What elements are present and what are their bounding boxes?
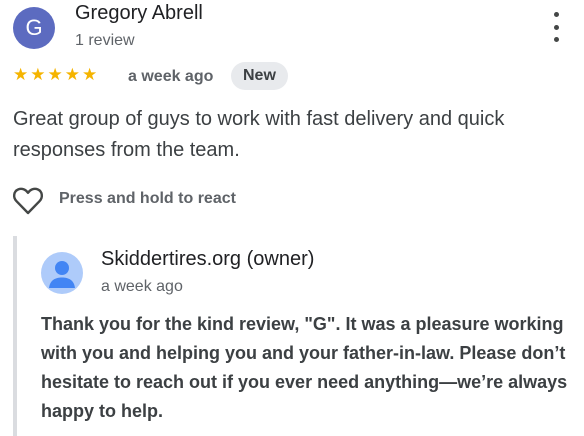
reviewer-name[interactable]: Gregory Abrell <box>75 2 203 25</box>
reply-divider <box>13 236 17 436</box>
owner-reply-date: a week ago <box>101 278 183 295</box>
more-vert-icon <box>553 12 559 17</box>
review-count: 1 review <box>75 32 135 49</box>
owner-avatar <box>41 252 83 294</box>
star-icon: ★ <box>47 65 63 84</box>
star-icon: ★ <box>82 65 98 84</box>
star-rating: ★ ★ ★ ★ ★ <box>13 66 97 84</box>
new-badge: New <box>231 62 288 90</box>
owner-reply-text: Thank you for the kind review, "G". It w… <box>41 314 568 421</box>
person-icon <box>49 261 75 288</box>
more-vert-icon-dot <box>553 37 559 42</box>
react-label[interactable]: Press and hold to react <box>59 190 236 208</box>
heart-outline-icon[interactable] <box>12 186 44 216</box>
star-icon: ★ <box>13 65 29 84</box>
more-options-button[interactable] <box>544 12 568 42</box>
owner-name: Skiddertires.org (owner) <box>101 248 315 270</box>
more-vert-icon-dot <box>553 24 559 30</box>
star-icon: ★ <box>64 65 80 84</box>
review-text: Great group of guys to work with fast de… <box>13 108 505 161</box>
review-date: a week ago <box>128 68 214 85</box>
reviewer-avatar[interactable]: G <box>13 7 55 49</box>
avatar-letter: G <box>25 15 43 40</box>
star-icon: ★ <box>30 65 46 84</box>
